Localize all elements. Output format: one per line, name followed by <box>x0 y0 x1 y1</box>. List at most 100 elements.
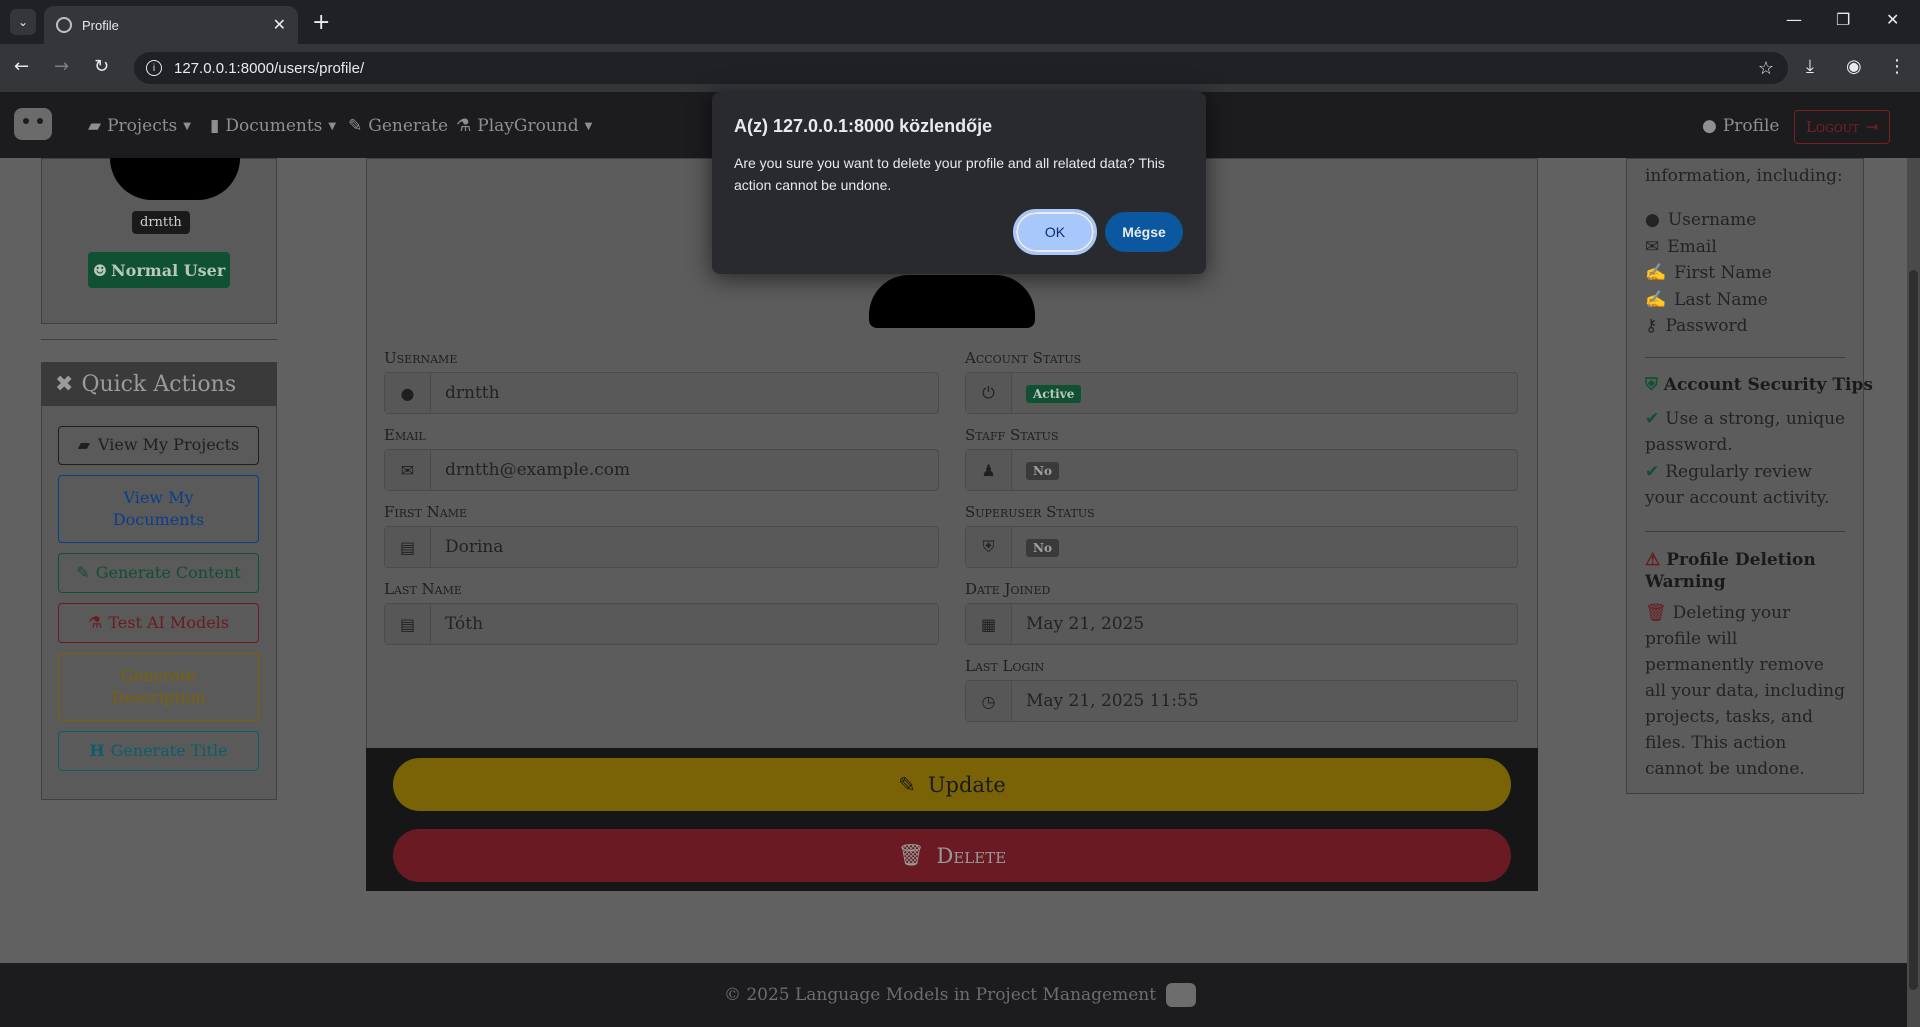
reload-icon[interactable]: ↻ <box>94 56 109 77</box>
site-info-icon[interactable]: i <box>146 60 162 76</box>
tab-search-button[interactable]: ⌄ <box>10 9 36 35</box>
warning-icon: ⚠ <box>1645 550 1661 570</box>
staff-status-label: Staff Status <box>965 426 1059 444</box>
security-tip-2-text: Regularly review your account activity. <box>1645 462 1830 508</box>
generate-description-label: Generate Description <box>111 665 206 707</box>
divider <box>1645 531 1845 532</box>
security-tip-1-text: Use a strong, unique password. <box>1645 409 1846 455</box>
profile-picture <box>869 275 1035 328</box>
caret-down-icon: ▼ <box>183 120 191 132</box>
date-joined-value: May 21, 2025 <box>1026 614 1145 634</box>
confirm-dialog: A(z) 127.0.0.1:8000 közlendője Are you s… <box>712 92 1206 274</box>
logout-label: Logout <box>1806 118 1860 136</box>
nav-playground[interactable]: ⚗ PlayGround ▼ <box>456 116 592 136</box>
user-icon: ● <box>1645 210 1660 230</box>
last-name-label: Last Name <box>384 580 462 598</box>
deletion-warning-title: Profile Deletion Warning <box>1645 550 1816 592</box>
new-tab-button[interactable]: + <box>312 10 330 35</box>
nav-projects-label: Projects <box>107 116 178 136</box>
key-icon: ⚷ <box>1645 316 1658 336</box>
heading-icon: H <box>89 740 105 760</box>
dialog-title: A(z) 127.0.0.1:8000 közlendője <box>734 116 993 136</box>
view-projects-button[interactable]: ▰ View My Projects <box>58 426 259 465</box>
tools-icon: ✖ <box>55 371 74 397</box>
caret-down-icon: ▼ <box>584 120 593 132</box>
deletion-warning-text: 🗑 Deleting your profile will permanently … <box>1645 600 1850 782</box>
check-circle-icon: ✔ <box>1645 409 1660 429</box>
last-login-value: May 21, 2025 11:55 <box>1026 691 1199 711</box>
clock-icon: ◷ <box>966 681 1012 721</box>
dialog-message: Are you sure you want to delete your pro… <box>734 155 1165 193</box>
user-check-icon: ☻ <box>92 260 108 280</box>
folder-open-icon: ▰ <box>77 435 91 455</box>
security-tips-heading: ⛨ Account Security Tips <box>1645 375 1873 395</box>
info-field-last-name: ✍ Last Name <box>1645 287 1768 313</box>
scrollbar-thumb[interactable] <box>1909 270 1918 990</box>
url-text: 127.0.0.1:8000/users/profile/ <box>174 59 365 77</box>
logout-button[interactable]: Logout ⇥ <box>1794 110 1890 144</box>
robot-logo-icon[interactable] <box>14 108 52 140</box>
menu-icon[interactable]: ⋮ <box>1888 56 1906 77</box>
browser-tab[interactable]: Profile ✕ <box>44 6 298 44</box>
info-password-label: Password <box>1665 316 1748 336</box>
back-icon[interactable]: ← <box>14 56 29 77</box>
id-card-icon: ▤ <box>385 527 431 567</box>
generate-content-button[interactable]: ✎ Generate Content <box>58 553 259 593</box>
date-joined-field: ▦ May 21, 2025 <box>965 603 1518 645</box>
info-username-label: Username <box>1667 210 1757 230</box>
restore-icon[interactable]: ❐ <box>1836 10 1850 29</box>
role-badge-label: Normal User <box>111 260 226 280</box>
first-name-field[interactable]: ▤ Dorina <box>384 526 939 568</box>
nav-playground-label: PlayGround <box>477 116 579 136</box>
nav-generate[interactable]: ✎ Generate <box>348 116 448 136</box>
nav-documents[interactable]: ▮ Documents ▼ <box>210 116 336 136</box>
user-tie-icon: ♟ <box>966 450 1012 490</box>
info-last-name-label: Last Name <box>1674 290 1768 310</box>
date-joined-label: Date Joined <box>965 580 1051 598</box>
last-login-field: ◷ May 21, 2025 11:55 <box>965 680 1518 722</box>
account-status-field: ⏻ Active <box>965 372 1518 414</box>
delete-button[interactable]: 🗑 Delete <box>393 829 1511 882</box>
browser-toolbar: ← → ↻ i 127.0.0.1:8000/users/profile/ ☆ … <box>0 44 1920 92</box>
tab-title: Profile <box>82 17 119 33</box>
username-field[interactable]: ● drntth <box>384 372 939 414</box>
generate-title-label: Generate Title <box>110 740 228 760</box>
ok-button[interactable]: OK <box>1013 209 1097 255</box>
vial-icon: ⚗ <box>88 612 103 632</box>
update-button[interactable]: ✎ Update <box>393 758 1511 811</box>
info-field-first-name: ✍ First Name <box>1645 260 1772 286</box>
cancel-button[interactable]: Mégse <box>1105 212 1183 252</box>
account-icon[interactable]: ◉ <box>1846 56 1862 77</box>
download-icon[interactable]: ⤓ <box>1806 56 1814 77</box>
view-documents-button[interactable]: View My Documents <box>58 475 259 543</box>
user-icon: ● <box>385 373 431 413</box>
id-card-icon: ▤ <box>385 604 431 644</box>
nav-projects[interactable]: ▰ Projects ▼ <box>88 116 191 136</box>
tab-close-icon[interactable]: ✕ <box>273 15 286 35</box>
test-ai-models-button[interactable]: ⚗ Test AI Models <box>58 603 259 643</box>
globe-icon <box>56 17 72 33</box>
nav-profile[interactable]: ● Profile <box>1702 116 1779 136</box>
last-name-value: Tóth <box>445 614 484 634</box>
email-label: Email <box>384 426 426 444</box>
minimize-icon[interactable]: — <box>1786 10 1802 29</box>
view-documents-label: View My Documents <box>112 487 205 529</box>
superuser-status-label: Superuser Status <box>965 503 1095 521</box>
generate-description-button[interactable]: Generate Description <box>58 653 259 721</box>
nav-profile-label: Profile <box>1722 116 1780 136</box>
close-window-icon[interactable]: ✕ <box>1886 10 1899 29</box>
last-name-field[interactable]: ▤ Tóth <box>384 603 939 645</box>
sign-out-icon: ⇥ <box>1865 118 1878 136</box>
info-field-email: ✉ Email <box>1645 234 1717 260</box>
address-bar[interactable]: i 127.0.0.1:8000/users/profile/ ☆ <box>134 52 1788 84</box>
quick-actions-title: Quick Actions <box>81 371 237 397</box>
delete-label: Delete <box>936 843 1007 868</box>
divider <box>41 339 277 340</box>
email-field[interactable]: ✉ drntth@example.com <box>384 449 939 491</box>
deletion-warning-body: Deleting your profile will permanently r… <box>1645 603 1845 779</box>
info-field-password: ⚷ Password <box>1645 313 1748 339</box>
forward-icon[interactable]: → <box>54 56 69 77</box>
username-value: drntth <box>445 383 500 403</box>
generate-title-button[interactable]: H Generate Title <box>58 731 259 771</box>
bookmark-star-icon[interactable]: ☆ <box>1758 58 1774 79</box>
